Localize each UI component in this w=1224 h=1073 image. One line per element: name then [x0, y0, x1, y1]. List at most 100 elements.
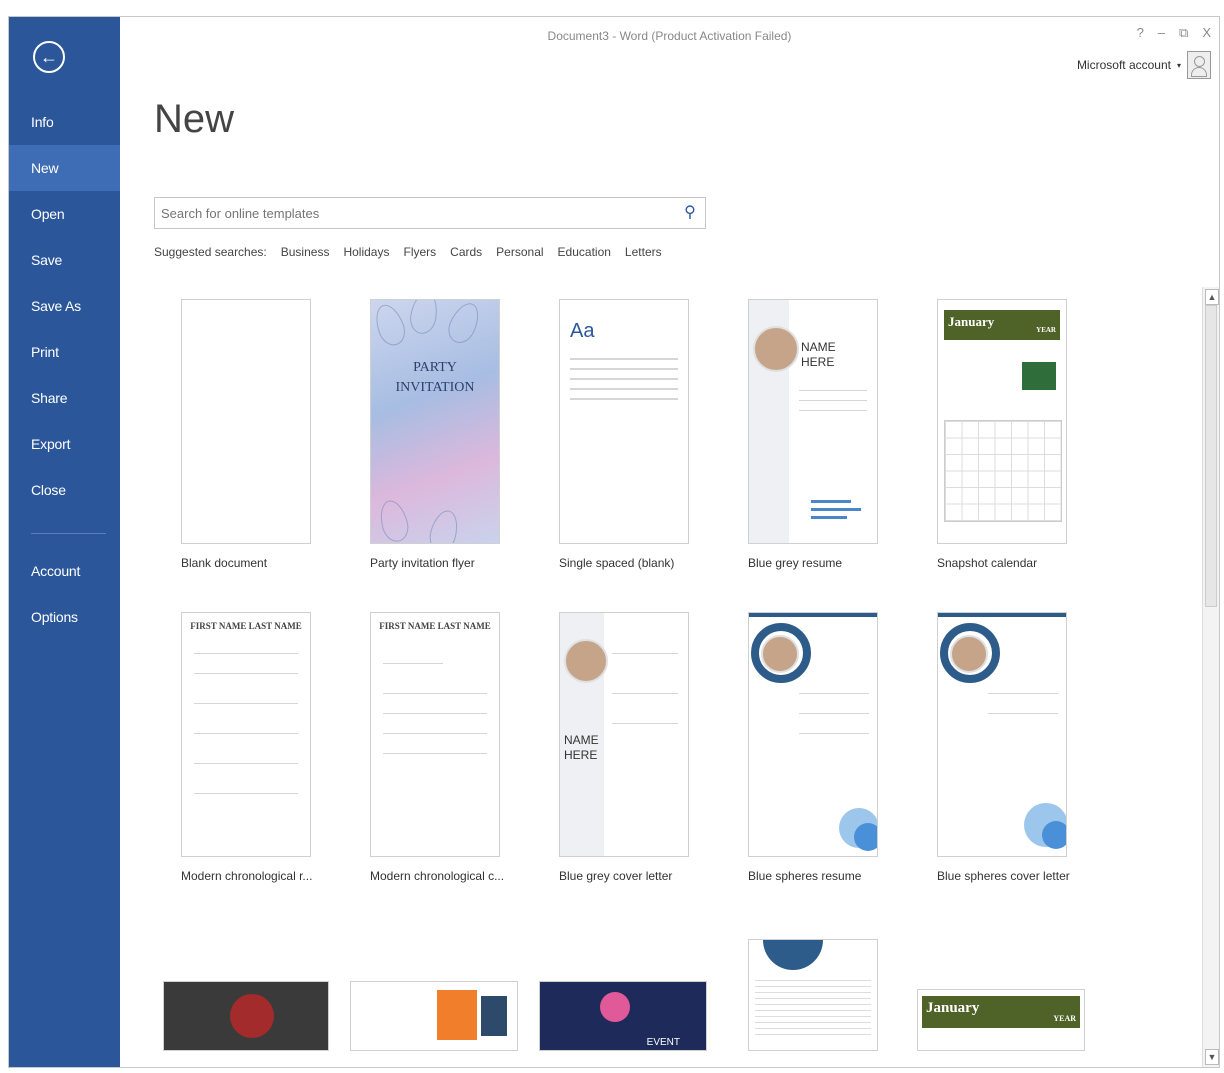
text-line [383, 713, 487, 714]
text-line [799, 733, 869, 734]
skill-bar [811, 516, 847, 519]
calendar-year: YEAR [1036, 326, 1056, 334]
text-line [612, 693, 678, 694]
template-blue-spheres-cover[interactable]: Blue spheres cover letter [915, 612, 1075, 883]
template-thumbnail[interactable] [748, 612, 878, 857]
circle-decoration [230, 994, 274, 1038]
suggested-label: Suggested searches: [154, 245, 267, 259]
nav-export[interactable]: Export [9, 421, 120, 467]
scroll-down-icon[interactable]: ▼ [1205, 1049, 1219, 1065]
suggested-flyers[interactable]: Flyers [403, 245, 436, 259]
template-bottom-5[interactable]: January YEAR [917, 989, 1085, 1051]
template-thumbnail[interactable]: NAME HERE [748, 299, 878, 544]
template-thumbnail[interactable]: NAME HERE [559, 612, 689, 857]
suggested-holidays[interactable]: Holidays [343, 245, 389, 259]
nav-account[interactable]: Account [9, 548, 120, 594]
template-modern-chronological-resume[interactable]: FIRST NAME LAST NAME Modern chronologica… [159, 612, 319, 883]
name-line1: NAME [801, 340, 836, 354]
template-bottom-3[interactable]: EVENT [539, 981, 707, 1051]
suggested-personal[interactable]: Personal [496, 245, 543, 259]
template-blank-document[interactable]: Blank document [159, 299, 319, 570]
window-title: Document3 - Word (Product Activation Fai… [547, 29, 792, 43]
nav-share[interactable]: Share [9, 375, 120, 421]
template-blue-grey-resume[interactable]: NAME HERE Blue grey resume [726, 299, 886, 570]
template-thumbnail[interactable]: January YEAR [937, 299, 1067, 544]
leaf-decoration [371, 300, 410, 350]
template-gallery: Blank document PARTY INVITATION Party in… [159, 299, 1199, 1067]
text-line [570, 358, 678, 360]
text-line [799, 410, 867, 411]
template-snapshot-calendar[interactable]: January YEAR Snapshot calendar [915, 299, 1075, 570]
backstage-nav: Info New Open Save Save As Print Share E… [9, 99, 120, 640]
nav-separator [31, 533, 106, 534]
name-line2: HERE [564, 748, 598, 762]
nav-print[interactable]: Print [9, 329, 120, 375]
avatar[interactable] [1187, 51, 1211, 79]
nav-info[interactable]: Info [9, 99, 120, 145]
text-line [612, 723, 678, 724]
backstage-sidebar: ← Info New Open Save Save As Print Share… [9, 17, 120, 1067]
template-label: Snapshot calendar [937, 556, 1038, 570]
template-thumbnail[interactable]: Aa [559, 299, 689, 544]
window-controls: ? – ⧉ X [1137, 25, 1211, 41]
account-menu[interactable]: Microsoft account ▾ [1077, 51, 1211, 79]
search-input[interactable] [155, 198, 667, 228]
scroll-up-icon[interactable]: ▲ [1205, 289, 1219, 305]
nav-close[interactable]: Close [9, 467, 120, 513]
text-line [612, 653, 678, 654]
minimize-icon[interactable]: – [1158, 25, 1165, 41]
text-line [570, 378, 678, 380]
template-thumbnail[interactable]: FIRST NAME LAST NAME [181, 612, 311, 857]
name-line1: NAME [564, 733, 599, 747]
template-bottom-2[interactable] [350, 981, 518, 1051]
event-text: EVENT [646, 1037, 680, 1048]
template-bottom-4[interactable] [748, 939, 878, 1051]
scroll-thumb[interactable] [1205, 305, 1217, 607]
nav-new[interactable]: New [9, 145, 120, 191]
template-thumbnail[interactable] [937, 612, 1067, 857]
preview-text: Aa [570, 320, 595, 342]
text-line [383, 733, 487, 734]
nav-save-as[interactable]: Save As [9, 283, 120, 329]
nav-options[interactable]: Options [9, 594, 120, 640]
template-thumbnail[interactable]: FIRST NAME LAST NAME [370, 612, 500, 857]
name-line2: HERE [801, 355, 835, 369]
party-title: PARTY INVITATION [371, 358, 499, 398]
text-line [383, 753, 487, 754]
text-line [194, 703, 298, 704]
text-line [194, 793, 298, 794]
calendar-month: January [948, 314, 995, 329]
suggested-letters[interactable]: Letters [625, 245, 662, 259]
restore-icon[interactable]: ⧉ [1179, 25, 1188, 41]
template-single-spaced[interactable]: Aa Single spaced (blank) [537, 299, 697, 570]
search-icon[interactable]: ⚲ [681, 204, 699, 222]
template-bottom-1[interactable] [163, 981, 329, 1051]
template-party-invitation[interactable]: PARTY INVITATION Party invitation flyer [348, 299, 508, 570]
template-modern-chronological-cover[interactable]: FIRST NAME LAST NAME Modern chronologica… [348, 612, 508, 883]
leaf-decoration [426, 507, 462, 543]
suggested-business[interactable]: Business [281, 245, 330, 259]
suggested-education[interactable]: Education [558, 245, 611, 259]
close-icon[interactable]: X [1202, 25, 1211, 41]
vertical-scrollbar[interactable]: ▲ ▼ [1202, 287, 1219, 1067]
suggested-cards[interactable]: Cards [450, 245, 482, 259]
leaf-decoration [376, 497, 412, 543]
title-bar: Document3 - Word (Product Activation Fai… [120, 17, 1219, 79]
sphere-decoration [1042, 821, 1066, 849]
nav-open[interactable]: Open [9, 191, 120, 237]
template-thumbnail[interactable]: PARTY INVITATION [370, 299, 500, 544]
top-band [749, 613, 877, 617]
calendar-year: YEAR [1053, 1014, 1076, 1023]
text-line [988, 693, 1058, 694]
template-thumbnail[interactable] [181, 299, 311, 544]
page-title: New [154, 97, 235, 141]
schedule-lines [755, 980, 871, 1040]
arrow-left-icon: ← [40, 47, 58, 67]
template-blue-grey-cover-letter[interactable]: NAME HERE Blue grey cover letter [537, 612, 697, 883]
help-icon[interactable]: ? [1137, 25, 1144, 41]
template-blue-spheres-resume[interactable]: Blue spheres resume [726, 612, 886, 883]
nav-save[interactable]: Save [9, 237, 120, 283]
party-title-line1: PARTY [413, 360, 457, 375]
back-button[interactable]: ← [33, 41, 65, 73]
suggested-searches: Suggested searches: Business Holidays Fl… [154, 245, 662, 259]
